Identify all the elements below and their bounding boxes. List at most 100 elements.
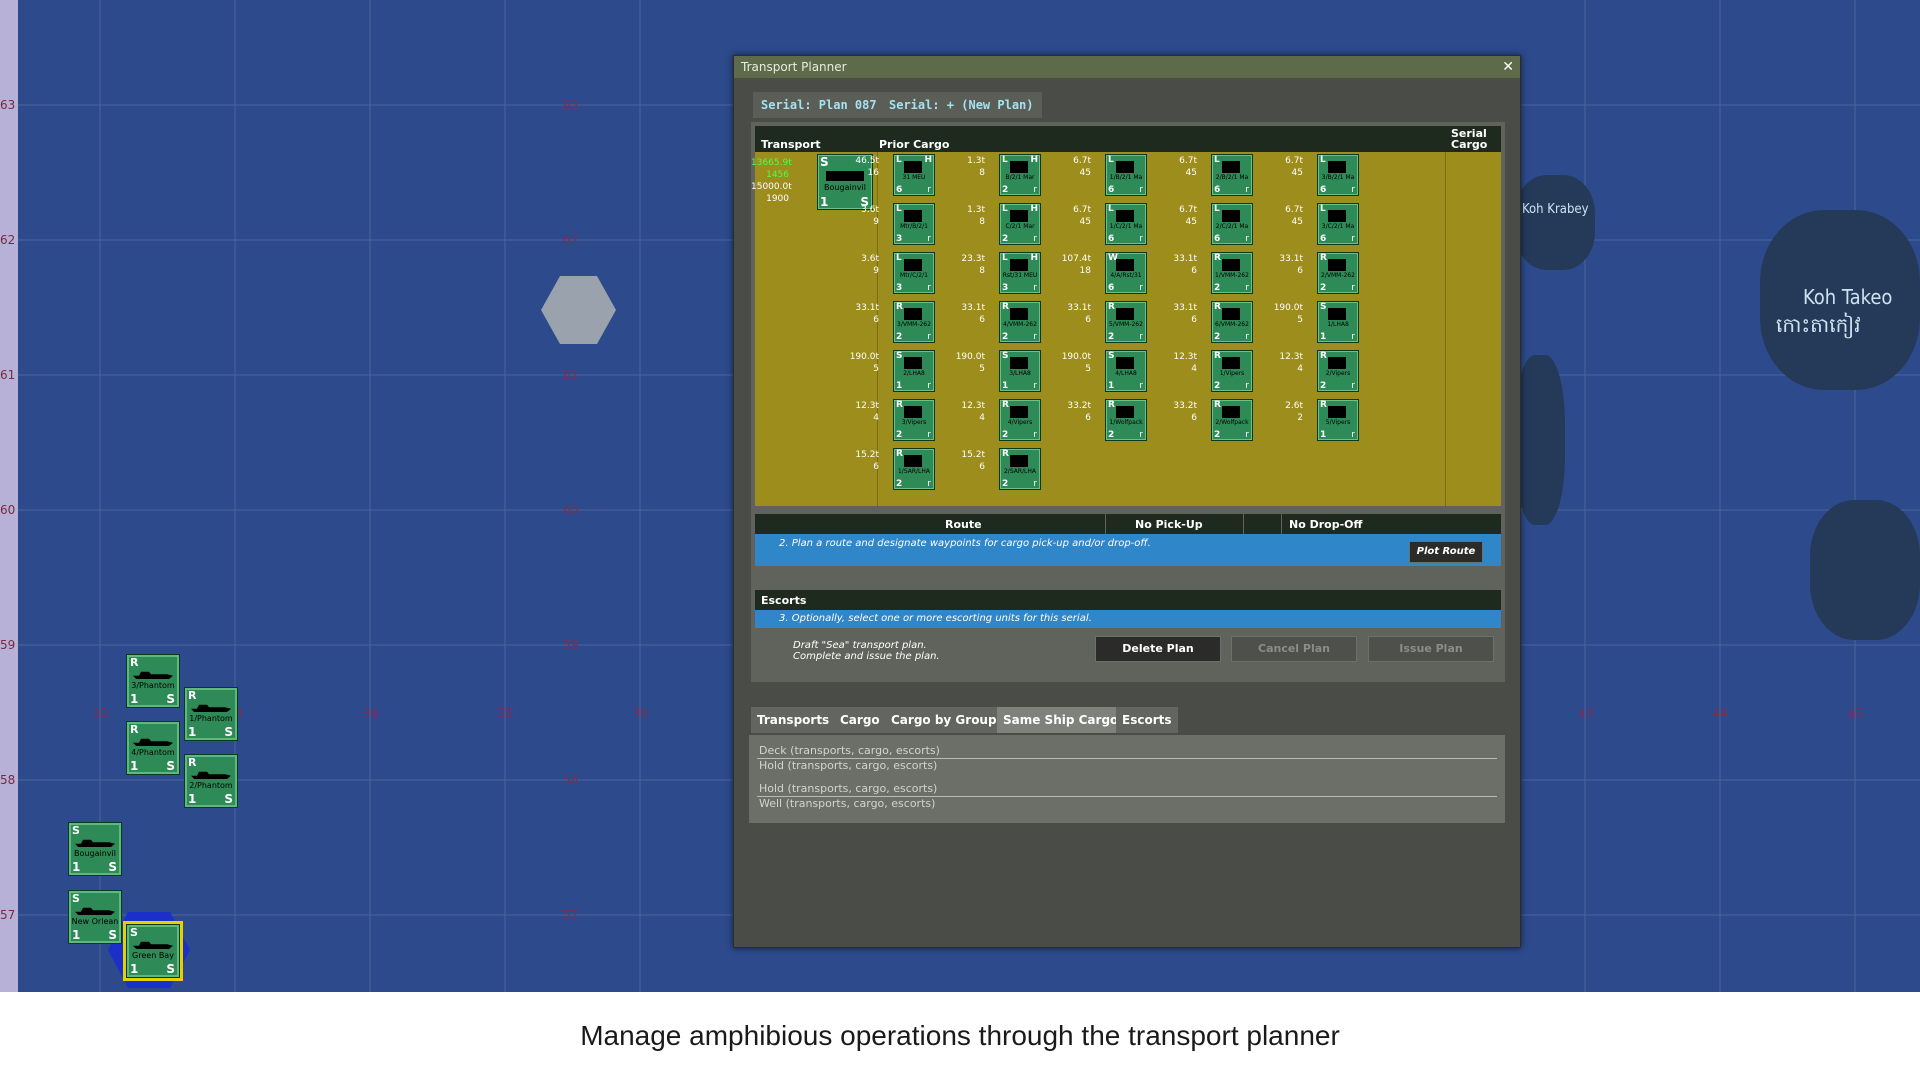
- tab-cargo-by-group[interactable]: Cargo by Group: [885, 707, 1003, 733]
- cargo-unit[interactable]: R 2/Wolfpack 2 r: [1211, 399, 1253, 441]
- cargo-weight: 33.1t: [855, 303, 879, 313]
- cargo-unit[interactable]: L 2/C/2/1 Ma 6 r: [1211, 203, 1253, 245]
- cargo-unit[interactable]: S 3/LHA8 1 r: [999, 350, 1041, 392]
- cargo-unit[interactable]: S 2/LHA8 1 r: [893, 350, 935, 392]
- close-icon[interactable]: ✕: [1502, 56, 1514, 78]
- hex-label: 61: [563, 368, 579, 382]
- cargo-unit[interactable]: R 4/Vipers 2 r: [999, 399, 1041, 441]
- cargo-count: 45: [1079, 168, 1091, 178]
- cargo-unit[interactable]: R 2/VMM-262 2 r: [1317, 252, 1359, 294]
- cargo-unit[interactable]: R 5/Vipers 1 r: [1317, 399, 1359, 441]
- cargo-unit[interactable]: S 1/LHA8 1 r: [1317, 301, 1359, 343]
- cargo-cell[interactable]: 15.2t 6 R 2/SAR/LHA 2 r: [941, 448, 1083, 494]
- cargo-count: 6: [1191, 413, 1197, 423]
- cargo-unit[interactable]: R 1/Wolfpack 2 r: [1105, 399, 1147, 441]
- cargo-unit[interactable]: L H B/2/1 Mar 2 r: [999, 154, 1041, 196]
- unit-counter[interactable]: R 1/Phantom 1 S: [184, 687, 238, 741]
- group-deck[interactable]: Deck (transports, cargo, escorts): [759, 744, 940, 757]
- group-well[interactable]: Well (transports, cargo, escorts): [759, 797, 935, 810]
- serial-tab-plan-087[interactable]: Serial: Plan 087 ✎: [753, 92, 900, 118]
- cargo-count: 45: [1291, 168, 1303, 178]
- cargo-count: 8: [979, 168, 985, 178]
- group-hold[interactable]: Hold (transports, cargo, escorts): [759, 759, 937, 772]
- cargo-unit[interactable]: R 4/VMM-262 2 r: [999, 301, 1041, 343]
- cargo-unit[interactable]: R 3/Vipers 2 r: [893, 399, 935, 441]
- transport-weight: 13665.9t: [751, 158, 792, 168]
- cargo-cell[interactable]: 6.7t 45 L 3/B/2/1 Ma 6 r: [1259, 154, 1401, 200]
- col-label: 44: [1713, 706, 1729, 720]
- cargo-unit[interactable]: R 2/Vipers 2 r: [1317, 350, 1359, 392]
- cargo-weight: 33.1t: [1173, 303, 1197, 313]
- cargo-weight: 33.1t: [1067, 303, 1091, 313]
- cargo-unit[interactable]: S 4/LHA8 1 r: [1105, 350, 1147, 392]
- cargo-unit[interactable]: R 1/SAR/LHA 2 r: [893, 448, 935, 490]
- cargo-count: 18: [1079, 266, 1091, 276]
- pickup-label: No Pick-Up: [1135, 518, 1203, 531]
- cargo-cell[interactable]: 33.1t 6 R 2/VMM-262 2 r: [1259, 252, 1401, 298]
- cargo-count: 6: [1297, 266, 1303, 276]
- unit-counter[interactable]: S New Orlean 1 S: [68, 890, 122, 944]
- cargo-cell[interactable]: 190.0t 5 S 1/LHA8 1 r: [1259, 301, 1401, 347]
- cargo-unit[interactable]: W 4/A/Rst/31 6 r: [1105, 252, 1147, 294]
- issue-plan-button[interactable]: Issue Plan: [1368, 636, 1494, 662]
- plot-route-button[interactable]: Plot Route: [1409, 541, 1483, 563]
- transport-planner-window[interactable]: Transport Planner ✕ Serial: Plan 087 ✎ S…: [733, 55, 1521, 948]
- unit-counter[interactable]: R 3/Phantom 1 S: [126, 654, 180, 708]
- cargo-unit[interactable]: R 5/VMM-262 2 r: [1105, 301, 1147, 343]
- cargo-unit[interactable]: R 6/VMM-262 2 r: [1211, 301, 1253, 343]
- cargo-count: 4: [873, 413, 879, 423]
- transport-capacity: 15000.0t: [751, 182, 792, 192]
- cargo-weight: 190.0t: [1273, 303, 1303, 313]
- cargo-unit[interactable]: L Mtr/B/2/1 3 r: [893, 203, 935, 245]
- escorts-header: Escorts: [755, 590, 1501, 610]
- cargo-weight: 3.6t: [861, 254, 879, 264]
- transport-cap-count: 1900: [766, 194, 789, 204]
- cargo-count: 8: [979, 266, 985, 276]
- island-southeast: [1810, 500, 1920, 640]
- cargo-unit[interactable]: L 1/C/2/1 Ma 6 r: [1105, 203, 1147, 245]
- cancel-plan-button[interactable]: Cancel Plan: [1231, 636, 1357, 662]
- tab-same-ship-cargo[interactable]: Same Ship Cargo: [997, 707, 1125, 733]
- cargo-cell[interactable]: 12.3t 4 R 2/Vipers 2 r: [1259, 350, 1401, 396]
- cargo-unit[interactable]: L 3/C/2/1 Ma 6 r: [1317, 203, 1359, 245]
- cargo-unit[interactable]: L H C/2/1 Mar 2 r: [999, 203, 1041, 245]
- group-hold-2[interactable]: Hold (transports, cargo, escorts): [759, 782, 937, 795]
- cargo-weight: 12.3t: [1173, 352, 1197, 362]
- row-label: 59: [0, 638, 16, 652]
- unit-counter[interactable]: S Bougainvil 1 S: [68, 822, 122, 876]
- window-title: Transport Planner: [741, 60, 847, 74]
- header-prior-cargo: Prior Cargo: [879, 138, 950, 151]
- row-label: 60: [0, 503, 16, 517]
- cargo-unit[interactable]: R 1/VMM-262 2 r: [1211, 252, 1253, 294]
- cargo-unit[interactable]: L Mtr/C/2/1 3 r: [893, 252, 935, 294]
- serial-tab-new-plan[interactable]: Serial: + (New Plan): [881, 92, 1042, 118]
- cargo-count: 4: [1191, 364, 1197, 374]
- unit-counter[interactable]: R 4/Phantom 1 S: [126, 721, 180, 775]
- unit-counter-selected[interactable]: S Green Bay 1 S: [123, 921, 183, 981]
- cargo-count: 5: [979, 364, 985, 374]
- cargo-unit[interactable]: R 3/VMM-262 2 r: [893, 301, 935, 343]
- cargo-weight: 15.2t: [855, 450, 879, 460]
- cargo-weight: 12.3t: [961, 401, 985, 411]
- unit-counter[interactable]: R 2/Phantom 1 S: [184, 754, 238, 808]
- cargo-unit[interactable]: L 2/B/2/1 Ma 6 r: [1211, 154, 1253, 196]
- tab-escorts[interactable]: Escorts: [1116, 707, 1178, 733]
- cargo-unit[interactable]: R 1/Vipers 2 r: [1211, 350, 1253, 392]
- tab-transports[interactable]: Transports: [751, 707, 836, 733]
- cargo-weight: 6.7t: [1179, 205, 1197, 215]
- cargo-cell[interactable]: 6.7t 45 L 3/C/2/1 Ma 6 r: [1259, 203, 1401, 249]
- cargo-cell[interactable]: 2.6t 2 R 5/Vipers 1 r: [1259, 399, 1401, 445]
- cargo-unit[interactable]: L H Rst/31 MEU 3 r: [999, 252, 1041, 294]
- tab-cargo[interactable]: Cargo: [834, 707, 886, 733]
- cargo-grid: 13665.9t 1456 15000.0t 1900 S Bougainvil…: [751, 152, 1501, 506]
- window-titlebar[interactable]: Transport Planner ✕: [734, 56, 1520, 78]
- cargo-unit[interactable]: R 2/SAR/LHA 2 r: [999, 448, 1041, 490]
- dropoff-label: No Drop-Off: [1289, 518, 1363, 531]
- col-label: 35: [498, 706, 514, 720]
- place-label-koh-takeo-khmer: កោះតាកៀវ: [1776, 313, 1861, 337]
- cargo-unit[interactable]: L 3/B/2/1 Ma 6 r: [1317, 154, 1359, 196]
- cargo-unit[interactable]: L H 31 MEU 6 r: [893, 154, 935, 196]
- delete-plan-button[interactable]: Delete Plan: [1095, 636, 1221, 662]
- cargo-unit[interactable]: L 1/B/2/1 Ma 6 r: [1105, 154, 1147, 196]
- cargo-weight: 190.0t: [1061, 352, 1091, 362]
